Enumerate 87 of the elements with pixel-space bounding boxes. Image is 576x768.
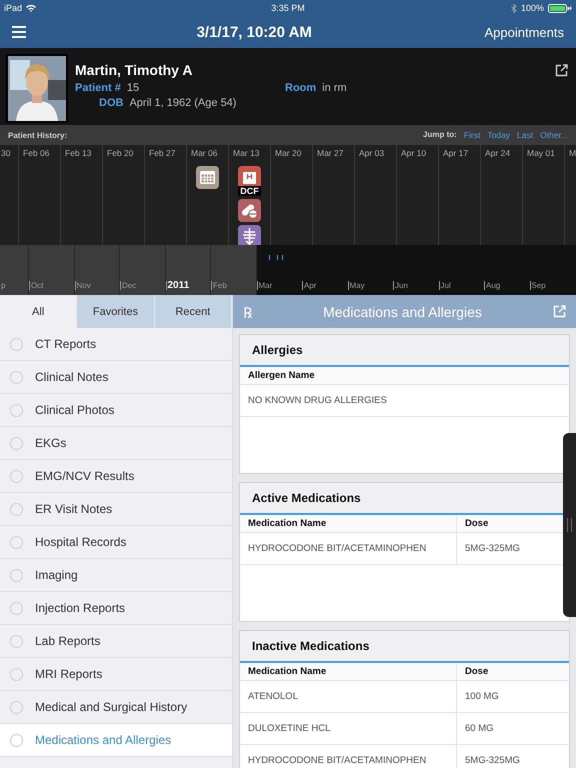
year-label: 2011 <box>166 281 190 290</box>
calendar-icon[interactable] <box>196 166 219 189</box>
table-cell-text: DULOXETINE HCL <box>247 723 332 734</box>
column-header: Medication Name <box>247 666 328 677</box>
event-caption: DCF <box>238 186 261 196</box>
month-label: Aug <box>484 281 500 290</box>
clock: 3:35 PM <box>271 3 305 13</box>
menu-button[interactable] <box>10 24 28 40</box>
field-value: 15 <box>126 82 140 94</box>
table-cell-text: HYDROCODONE BIT/ACETAMINOPHEN <box>247 543 428 554</box>
drawer-handle[interactable] <box>563 433 576 617</box>
rx-icon: ℞ <box>243 302 252 322</box>
month-label: May <box>348 281 365 290</box>
table-cell-text: NO KNOWN DRUG ALLERGIES <box>247 395 388 406</box>
section-title: Allergies <box>240 335 569 367</box>
nav-title: 3/1/17, 10:20 AM <box>196 24 312 40</box>
month-label: Feb <box>211 281 227 290</box>
appointments-button[interactable]: Appointments <box>480 22 568 42</box>
hospital-icon[interactable] <box>238 166 261 189</box>
history-label: Patient History: <box>8 130 68 140</box>
table-cell: 5MG-325MG <box>456 745 569 768</box>
share-icon[interactable] <box>555 64 568 77</box>
field-value: April 1, 1962 (Age 54) <box>129 97 236 109</box>
jump-link[interactable]: Other... <box>540 130 568 140</box>
week-label: Feb 27 <box>148 148 176 158</box>
week-label: May 01 <box>526 148 555 158</box>
category-item[interactable]: EMG/NCV Results <box>0 460 232 493</box>
week-label: Feb 06 <box>22 148 50 158</box>
bluetooth-icon <box>510 4 517 12</box>
category-item[interactable]: MRI Reports <box>0 658 232 691</box>
jump-link[interactable]: First <box>464 130 480 140</box>
month-label: p <box>0 281 6 290</box>
week-label: 30 <box>0 148 10 158</box>
month-label: Sep <box>530 281 546 290</box>
week-label: Apr 10 <box>400 148 426 158</box>
week-label: Apr 03 <box>358 148 384 158</box>
table-cell: 60 MG <box>456 713 569 744</box>
field-label: Patient # <box>75 82 121 94</box>
panel-title: Medications and Allergies <box>322 304 483 320</box>
column-header: Allergen Name <box>247 370 316 381</box>
table-cell-text: ATENOLOL <box>247 691 299 702</box>
category-item[interactable]: Hospital Records <box>0 526 232 559</box>
month-label: Oct <box>29 281 44 290</box>
category-item[interactable]: CT Reports <box>0 328 232 361</box>
table-cell-text: HYDROCODONE BIT/ACETAMINOPHEN <box>247 755 428 766</box>
week-label: Mar 27 <box>316 148 344 158</box>
patient-name: Martin, Timothy A <box>75 62 194 78</box>
category-item[interactable]: ER Visit Notes <box>0 493 232 526</box>
pill-icon[interactable] <box>238 199 261 222</box>
category-item[interactable]: Clinical Photos <box>0 394 232 427</box>
field-label: DOB <box>99 97 124 109</box>
wifi-icon <box>26 4 36 12</box>
month-label: Apr <box>302 281 316 290</box>
category-item[interactable]: Imaging <box>0 559 232 592</box>
tab[interactable]: Recent <box>154 295 232 328</box>
section-title: Inactive Medications <box>240 631 569 663</box>
month-label: Nov <box>74 281 91 290</box>
category-item[interactable]: Lab Reports <box>0 625 232 658</box>
column-header: Medication Name <box>247 518 328 529</box>
event-marks <box>268 255 282 260</box>
device-name: iPad <box>4 3 22 13</box>
table-cell: 100 MG <box>456 681 569 712</box>
field-value: in rm <box>322 82 347 94</box>
battery-percent: 100% <box>520 3 544 13</box>
week-label: M <box>568 148 576 158</box>
month-label: Mar <box>256 281 272 290</box>
week-label: Feb 20 <box>106 148 134 158</box>
week-label: Mar 13 <box>232 148 260 158</box>
week-label: Feb 13 <box>64 148 92 158</box>
month-label: Dec <box>120 281 136 290</box>
battery-icon <box>548 4 572 12</box>
tab[interactable]: Favorites <box>77 295 155 328</box>
category-item[interactable]: Injection Reports <box>0 592 232 625</box>
category-item[interactable]: Clinical Notes <box>0 361 232 394</box>
week-label: Mar 06 <box>190 148 218 158</box>
category-item[interactable]: EKGs <box>0 427 232 460</box>
month-label: Jun <box>393 281 408 290</box>
field-label: Room <box>285 82 316 94</box>
month-label: Jul <box>438 281 451 290</box>
jump-link[interactable]: Last <box>517 130 534 140</box>
jump-label: Jump to: <box>423 130 457 140</box>
ribcage-icon[interactable] <box>238 225 261 245</box>
week-label: Mar 20 <box>274 148 302 158</box>
jump-link[interactable]: Today <box>487 130 510 140</box>
week-label: Apr 17 <box>442 148 468 158</box>
column-header: Dose <box>456 663 569 680</box>
week-label: Apr 24 <box>484 148 510 158</box>
